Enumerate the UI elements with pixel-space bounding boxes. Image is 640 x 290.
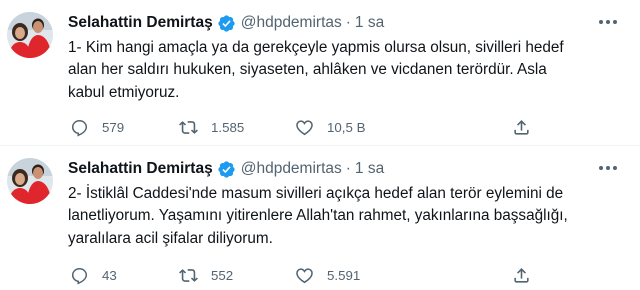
- reply-icon: [68, 264, 90, 286]
- retweet-icon: [177, 264, 199, 286]
- like-count: 5.591: [327, 267, 361, 283]
- like-button[interactable]: 10,5 B: [293, 116, 365, 138]
- tweet-header: Selahattin Demirtaş @hdpdemirtas · 1 sa: [68, 158, 384, 180]
- verified-badge-icon: [217, 160, 236, 179]
- tweet-1[interactable]: Selahattin Demirtaş @hdpdemirtas · 1 sa …: [0, 0, 640, 145]
- author-handle[interactable]: @hdpdemirtas: [241, 14, 342, 32]
- separator: ·: [345, 160, 351, 177]
- reply-button[interactable]: 43: [68, 264, 117, 286]
- author-handle[interactable]: @hdpdemirtas: [241, 160, 342, 178]
- share-icon: [510, 264, 532, 286]
- tweet-actions: 579 1.585 10,5 B: [62, 116, 562, 138]
- timestamp[interactable]: 1 sa: [355, 14, 384, 32]
- reply-count: 579: [102, 119, 125, 135]
- reply-count: 43: [102, 267, 117, 283]
- verified-badge-icon: [217, 14, 236, 33]
- retweet-icon: [177, 116, 199, 138]
- tweet-text: 1- Kim hangi amaçla ya da gerekçeyle yap…: [68, 39, 564, 101]
- author-name[interactable]: Selahattin Demirtaş: [68, 14, 213, 32]
- share-icon: [510, 116, 532, 138]
- avatar[interactable]: [7, 158, 53, 204]
- like-icon: [293, 116, 315, 138]
- author-name[interactable]: Selahattin Demirtaş: [68, 160, 213, 178]
- reply-button[interactable]: 579: [68, 116, 124, 138]
- tweet-actions: 43 552 5.591: [62, 264, 562, 286]
- separator: ·: [345, 14, 351, 31]
- like-button[interactable]: 5.591: [293, 264, 360, 286]
- tweet-2[interactable]: Selahattin Demirtaş @hdpdemirtas · 1 sa …: [0, 146, 640, 290]
- retweet-button[interactable]: 552: [177, 264, 233, 286]
- more-dots-icon[interactable]: [597, 14, 619, 30]
- avatar-photo-icon: [7, 12, 53, 58]
- avatar[interactable]: [7, 12, 53, 58]
- like-count: 10,5 B: [327, 119, 366, 135]
- retweet-button[interactable]: 1.585: [177, 116, 244, 138]
- like-icon: [293, 264, 315, 286]
- reply-icon: [68, 116, 90, 138]
- retweet-count: 552: [211, 267, 234, 283]
- more-dots-icon[interactable]: [597, 160, 619, 176]
- tweet-header: Selahattin Demirtaş @hdpdemirtas · 1 sa: [68, 12, 384, 34]
- share-button[interactable]: [510, 116, 532, 138]
- retweet-count: 1.585: [211, 119, 245, 135]
- avatar-photo-icon: [7, 158, 53, 204]
- timestamp[interactable]: 1 sa: [355, 160, 384, 178]
- share-button[interactable]: [510, 264, 532, 286]
- tweet-text: 2- İstiklâl Caddesi'nde masum sivilleri …: [68, 185, 568, 247]
